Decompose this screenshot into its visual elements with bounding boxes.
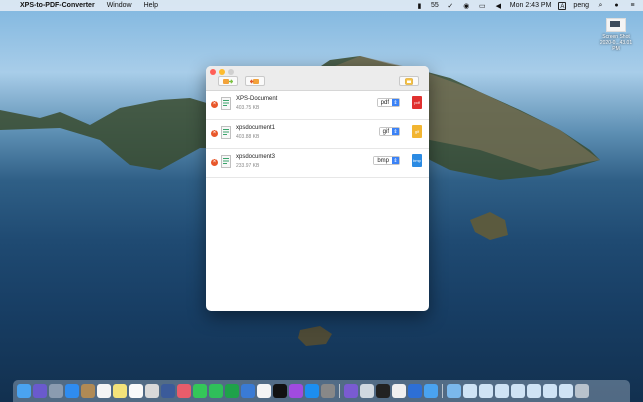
file-row[interactable]: × xpsdocument1 403.88 KB gif ⇕ gif — [206, 120, 429, 149]
qq-icon[interactable] — [392, 384, 406, 398]
siri-icon[interactable]: ● — [612, 2, 621, 10]
user-menu[interactable]: peng — [573, 2, 589, 9]
launchpad-icon[interactable] — [49, 384, 63, 398]
battery-icon[interactable]: ▮ — [415, 2, 424, 10]
calendar-icon[interactable] — [97, 384, 111, 398]
music-icon[interactable] — [257, 384, 271, 398]
recent-window-icon[interactable] — [559, 384, 573, 398]
add-file-icon — [223, 78, 233, 84]
terminal-icon[interactable] — [376, 384, 390, 398]
chevron-updown-icon: ⇕ — [392, 157, 399, 164]
dock-separator — [339, 384, 340, 398]
xps-file-icon — [221, 155, 231, 168]
file-name: XPS-Document — [236, 96, 278, 102]
clock[interactable]: Mon 2:43 PM — [510, 2, 552, 9]
recent-window-icon[interactable] — [543, 384, 557, 398]
recent-window-icon[interactable] — [511, 384, 525, 398]
converter-window: × XPS-Document 403.75 KB pdf ⇕ pdf × xps… — [206, 66, 429, 311]
airplay-icon[interactable]: ▭ — [478, 2, 487, 10]
screenshot-thumbnail-icon — [606, 18, 626, 32]
close-window-button[interactable] — [210, 69, 216, 75]
recent-window-icon[interactable] — [463, 384, 477, 398]
numbers-icon[interactable] — [225, 384, 239, 398]
minimize-window-button[interactable] — [219, 69, 225, 75]
podcasts-icon[interactable] — [289, 384, 303, 398]
save-folder-icon — [405, 77, 413, 85]
format-select[interactable]: gif ⇕ — [378, 127, 400, 136]
format-select[interactable]: bmp ⇕ — [373, 156, 400, 165]
battery-text: 55 — [430, 2, 439, 9]
safari-icon[interactable] — [65, 384, 79, 398]
menu-bar: XPS-to-PDF-Converter Window Help ▮ 55 ✓ … — [0, 0, 643, 11]
format-value: bmp — [374, 157, 392, 164]
volume-icon[interactable]: ◀ — [494, 2, 503, 10]
file-name: xpsdocument3 — [236, 154, 276, 160]
convert-icon — [250, 78, 259, 84]
wifi-icon[interactable]: ◉ — [462, 2, 471, 10]
file-list: × XPS-Document 403.75 KB pdf ⇕ pdf × xps… — [206, 91, 429, 178]
output-format-icon: bmp — [412, 154, 422, 167]
recent-window-icon[interactable] — [495, 384, 509, 398]
screen-sharing-icon[interactable] — [424, 384, 438, 398]
save-output-button[interactable] — [399, 76, 419, 86]
system-preferences-icon[interactable] — [321, 384, 335, 398]
help-menu[interactable]: Help — [144, 2, 158, 9]
convert-all-button[interactable] — [245, 76, 265, 86]
add-files-button[interactable] — [218, 76, 238, 86]
quicktime-icon[interactable] — [360, 384, 374, 398]
finder-icon[interactable] — [17, 384, 31, 398]
file-size: 403.75 KB — [236, 105, 260, 111]
recent-window-icon[interactable] — [527, 384, 541, 398]
output-format-icon: pdf — [412, 96, 422, 109]
format-select[interactable]: pdf ⇕ — [376, 98, 400, 107]
window-menu[interactable]: Window — [107, 2, 132, 9]
input-source-icon[interactable]: A — [558, 1, 567, 10]
siri-icon[interactable] — [33, 384, 47, 398]
reminders-icon[interactable] — [129, 384, 143, 398]
bolt-icon[interactable]: ✓ — [446, 2, 455, 10]
preview-icon[interactable] — [145, 384, 159, 398]
xps-file-icon — [221, 97, 231, 110]
xps-file-icon — [221, 126, 231, 139]
chevron-updown-icon: ⇕ — [392, 99, 399, 106]
format-value: pdf — [377, 99, 392, 106]
window-titlebar — [206, 66, 429, 91]
zoom-window-button[interactable] — [228, 69, 234, 75]
file-size: 233.97 KB — [236, 163, 260, 169]
desktop-file-label-2: 2020-0...43.01 PM — [599, 40, 633, 52]
image-capture-icon[interactable] — [161, 384, 175, 398]
photos-icon[interactable] — [177, 384, 191, 398]
keynote-icon[interactable] — [241, 384, 255, 398]
output-format-icon: gif — [412, 125, 422, 138]
recent-window-icon[interactable] — [479, 384, 493, 398]
remove-file-icon[interactable]: × — [211, 159, 218, 166]
app-menu[interactable]: XPS-to-PDF-Converter — [20, 2, 95, 9]
trash-icon[interactable] — [575, 384, 589, 398]
desktop-file-screenshot[interactable]: Screen Shot 2020-0...43.01 PM — [596, 18, 636, 52]
file-name: xpsdocument1 — [236, 125, 276, 131]
search-icon[interactable]: ⌕ — [596, 2, 605, 10]
remove-file-icon[interactable]: × — [211, 130, 218, 137]
downloads-folder-icon[interactable] — [447, 384, 461, 398]
notification-center-icon[interactable]: ≡ — [628, 2, 637, 10]
dock — [13, 380, 630, 402]
chevron-updown-icon: ⇕ — [392, 128, 399, 135]
tv-icon[interactable] — [273, 384, 287, 398]
format-value: gif — [379, 128, 392, 135]
notes-icon[interactable] — [113, 384, 127, 398]
messages-icon[interactable] — [193, 384, 207, 398]
file-size: 403.88 KB — [236, 134, 260, 140]
traffic-lights — [210, 69, 234, 75]
app-store-icon[interactable] — [305, 384, 319, 398]
facetime-icon[interactable] — [209, 384, 223, 398]
contacts-icon[interactable] — [81, 384, 95, 398]
file-row[interactable]: × XPS-Document 403.75 KB pdf ⇕ pdf — [206, 91, 429, 120]
xcode-helper-icon[interactable] — [344, 384, 358, 398]
writer-icon[interactable] — [408, 384, 422, 398]
remove-file-icon[interactable]: × — [211, 101, 218, 108]
file-row[interactable]: × xpsdocument3 233.97 KB bmp ⇕ bmp — [206, 149, 429, 178]
dock-separator — [442, 384, 443, 398]
